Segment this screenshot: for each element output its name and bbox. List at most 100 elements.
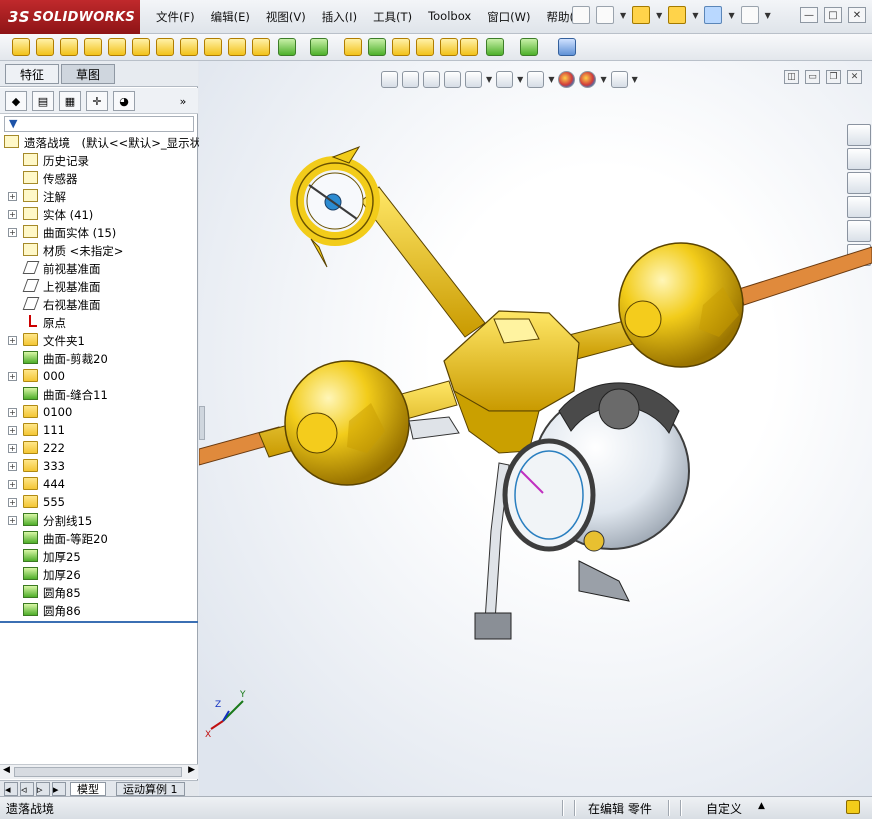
tree-item[interactable]: 曲面-缝合11 bbox=[0, 385, 198, 403]
tree-item[interactable]: + 曲面实体 (15) bbox=[0, 223, 198, 241]
feature-tree-icon[interactable]: ◆ bbox=[5, 91, 27, 111]
tree-item[interactable]: + 注解 bbox=[0, 187, 198, 205]
dimxpert-icon[interactable]: ✛ bbox=[86, 91, 108, 111]
tree-item[interactable]: 历史记录 bbox=[0, 151, 198, 169]
untrim-surface-icon[interactable] bbox=[416, 38, 434, 56]
menu-file[interactable]: 文件(F) bbox=[148, 9, 203, 25]
configuration-manager-icon[interactable]: ▦ bbox=[59, 91, 81, 111]
expand-icon[interactable]: + bbox=[8, 480, 17, 489]
tab-features[interactable]: 特征 bbox=[5, 64, 59, 84]
knit-surface-icon[interactable] bbox=[392, 38, 410, 56]
property-manager-icon[interactable]: ▤ bbox=[32, 91, 54, 111]
tree-item[interactable]: +0100 bbox=[0, 403, 198, 421]
tree-item[interactable]: 前视基准面 bbox=[0, 259, 198, 277]
trim-surface-icon[interactable] bbox=[252, 38, 270, 56]
solidworks-logo[interactable]: 3S SOLIDWORKS bbox=[0, 0, 140, 34]
expand-icon[interactable]: + bbox=[8, 372, 17, 381]
menu-view[interactable]: 视图(V) bbox=[258, 9, 314, 25]
lofted-surface-icon[interactable] bbox=[84, 38, 102, 56]
close-icon[interactable]: ✕ bbox=[848, 7, 866, 23]
aircraft-3d-model[interactable]: Y X Z bbox=[199, 61, 872, 796]
expand-icon[interactable]: + bbox=[8, 336, 17, 345]
help-dropdown-icon[interactable]: ▼ bbox=[765, 11, 771, 20]
move-face-icon[interactable] bbox=[460, 38, 478, 56]
menu-insert[interactable]: 插入(I) bbox=[314, 9, 365, 25]
boundary-surface-icon[interactable] bbox=[108, 38, 126, 56]
tree-item[interactable]: 原点 bbox=[0, 313, 198, 331]
tree-filter[interactable]: ▼ bbox=[4, 116, 194, 132]
tab-scroll-first-icon[interactable]: ◂ bbox=[4, 782, 18, 796]
expand-icon[interactable]: + bbox=[8, 498, 17, 507]
warning-icon[interactable] bbox=[668, 6, 687, 24]
rebuild-dropdown-icon[interactable]: ▼ bbox=[692, 11, 698, 20]
units-dropdown-icon[interactable]: ▲ bbox=[758, 801, 765, 811]
tree-item[interactable]: 加厚25 bbox=[0, 547, 198, 565]
thicken-icon[interactable] bbox=[368, 38, 386, 56]
menu-edit[interactable]: 编辑(E) bbox=[203, 9, 258, 25]
extruded-surface-icon[interactable] bbox=[12, 38, 30, 56]
tree-item[interactable]: 圆角86 bbox=[0, 601, 198, 619]
expand-icon[interactable]: + bbox=[8, 210, 17, 219]
maximize-icon[interactable]: □ bbox=[824, 7, 842, 23]
revolved-surface-icon[interactable] bbox=[36, 38, 54, 56]
scrollbar-thumb[interactable] bbox=[14, 767, 182, 777]
tree-item[interactable]: + 分割线15 bbox=[0, 511, 198, 529]
help-icon[interactable] bbox=[740, 6, 759, 24]
scroll-right-icon[interactable]: ▶ bbox=[188, 765, 195, 775]
open-dropdown-icon[interactable]: ▼ bbox=[656, 11, 662, 20]
tree-item[interactable]: +111 bbox=[0, 421, 198, 439]
tree-item[interactable]: 圆角85 bbox=[0, 583, 198, 601]
tree-item[interactable]: + 实体 (41) bbox=[0, 205, 198, 223]
reference-geometry-icon[interactable] bbox=[486, 38, 504, 56]
ruled-surface-icon[interactable] bbox=[180, 38, 198, 56]
tab-sketch[interactable]: 草图 bbox=[61, 64, 115, 84]
tree-item[interactable]: 曲面-等距20 bbox=[0, 529, 198, 547]
menu-window[interactable]: 窗口(W) bbox=[479, 9, 538, 25]
pattern-icon[interactable] bbox=[310, 38, 328, 56]
tree-root-part[interactable]: 遗落战境 (默认<<默认>_显示状 bbox=[0, 133, 201, 151]
expand-icon[interactable]: + bbox=[8, 516, 17, 525]
expand-icon[interactable]: + bbox=[8, 444, 17, 453]
fill-surface-icon[interactable] bbox=[204, 38, 222, 56]
rollback-bar[interactable] bbox=[0, 621, 198, 623]
print-icon[interactable] bbox=[704, 6, 723, 24]
expand-icon[interactable]: + bbox=[8, 426, 17, 435]
display-manager-icon[interactable]: ◕ bbox=[113, 91, 135, 111]
tree-item[interactable]: +444 bbox=[0, 475, 198, 493]
menu-tools[interactable]: 工具(T) bbox=[365, 9, 420, 25]
expand-icon[interactable]: + bbox=[8, 462, 17, 471]
new-document-icon[interactable] bbox=[596, 6, 614, 24]
tab-scroll-last-icon[interactable]: ▸ bbox=[52, 782, 66, 796]
tree-item[interactable]: +555 bbox=[0, 493, 198, 511]
curves-icon[interactable] bbox=[520, 38, 538, 56]
offset-surface-icon[interactable] bbox=[156, 38, 174, 56]
tag-icon[interactable] bbox=[846, 800, 860, 814]
minimize-icon[interactable]: — bbox=[800, 7, 818, 23]
print-dropdown-icon[interactable]: ▼ bbox=[728, 11, 734, 20]
tab-model[interactable]: 模型 bbox=[70, 782, 106, 796]
tree-item[interactable]: + 文件夹1 bbox=[0, 331, 198, 349]
status-units-custom[interactable]: 自定义 bbox=[706, 800, 742, 817]
open-folder-icon[interactable] bbox=[632, 6, 651, 24]
tree-item[interactable]: 右视基准面 bbox=[0, 295, 198, 313]
extend-surface-icon[interactable] bbox=[228, 38, 246, 56]
tree-item[interactable]: 加厚26 bbox=[0, 565, 198, 583]
menu-toolbox[interactable]: Toolbox bbox=[420, 9, 479, 25]
pin-icon[interactable] bbox=[572, 6, 590, 24]
swept-surface-icon[interactable] bbox=[60, 38, 78, 56]
scroll-left-icon[interactable]: ◀ bbox=[3, 765, 10, 775]
expand-icon[interactable]: + bbox=[8, 192, 17, 201]
graphics-area[interactable]: ▼ ▼ ▼ ▼ ▼ ◫ ▭ ❐ ✕ Y X Z bbox=[199, 61, 872, 796]
tree-item[interactable]: 材质 <未指定> bbox=[0, 241, 198, 259]
instant3d-icon[interactable] bbox=[558, 38, 576, 56]
tree-item[interactable]: 传感器 bbox=[0, 169, 198, 187]
panel-horizontal-scrollbar[interactable]: ◀ ▶ bbox=[0, 764, 198, 779]
tree-item[interactable]: 上视基准面 bbox=[0, 277, 198, 295]
more-tools-icon[interactable]: » bbox=[172, 91, 194, 111]
expand-icon[interactable]: + bbox=[8, 228, 17, 237]
tab-scroll-next-icon[interactable]: ▹ bbox=[36, 782, 50, 796]
replace-face-icon[interactable] bbox=[440, 38, 458, 56]
new-dropdown-icon[interactable]: ▼ bbox=[620, 11, 626, 20]
tab-scroll-prev-icon[interactable]: ◃ bbox=[20, 782, 34, 796]
planar-surface-icon[interactable] bbox=[132, 38, 150, 56]
